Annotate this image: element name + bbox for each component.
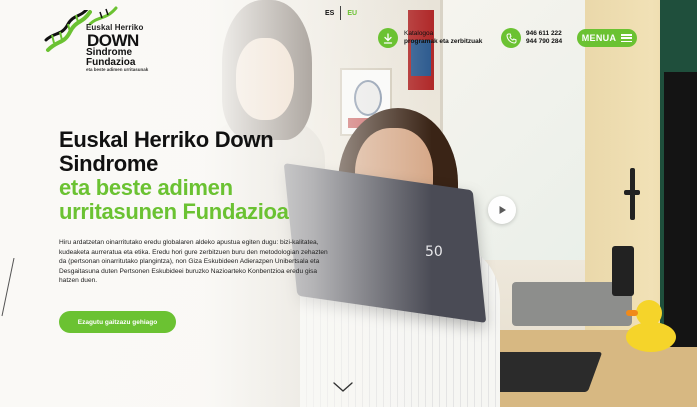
logo-text-fundazioa: Fundazioa — [86, 57, 136, 68]
learn-more-button[interactable]: Ezagutu gaitzazu gehiago — [59, 311, 176, 333]
lang-es-link[interactable]: ES — [325, 10, 334, 17]
lang-eu-link[interactable]: EU — [347, 10, 357, 17]
hero-description: Hiru ardatzetan oinarritutako eredu glob… — [59, 239, 328, 285]
hero-title-green-line1: eta beste adimen — [59, 175, 233, 200]
play-video-button[interactable] — [488, 196, 516, 224]
logo-text-sindrome: Sindrome — [86, 47, 133, 58]
hero-title: Euskal Herriko Down Sindrome eta beste a… — [59, 128, 319, 224]
dna-logo-icon — [44, 10, 92, 52]
hero-title-line1: Euskal Herriko Down — [59, 127, 274, 152]
hamburger-icon — [621, 34, 633, 42]
play-icon — [499, 206, 506, 214]
menu-label: MENUA — [581, 33, 617, 43]
phone-number-2[interactable]: 944 790 284 — [526, 38, 562, 46]
catalog-sublabel: programak eta zerbitzuak — [404, 38, 483, 45]
hero-title-line2: Sindrome — [59, 151, 159, 176]
menu-button[interactable]: MENUA — [577, 29, 637, 47]
phone-handset-icon — [505, 33, 516, 44]
catalog-label: Katalogoa — [404, 30, 434, 37]
phone-numbers[interactable]: 946 611 222 944 790 284 — [526, 30, 562, 46]
download-arrow-icon — [383, 32, 393, 44]
logo-tagline: eta beste adimen urritasunak — [86, 67, 149, 72]
phone-icon[interactable] — [501, 28, 521, 48]
lang-divider — [340, 6, 342, 20]
catalog-link[interactable]: Katalogoa programak eta zerbitzuak — [404, 30, 482, 46]
decorative-line-icon — [1, 258, 15, 317]
chevron-down-icon[interactable] — [332, 380, 354, 394]
language-switcher: ES EU — [325, 6, 357, 20]
phone-number-1[interactable]: 946 611 222 — [526, 30, 562, 38]
download-icon[interactable] — [378, 28, 398, 48]
hero-title-green-line2: urritasunen Fundazioa — [59, 199, 289, 224]
